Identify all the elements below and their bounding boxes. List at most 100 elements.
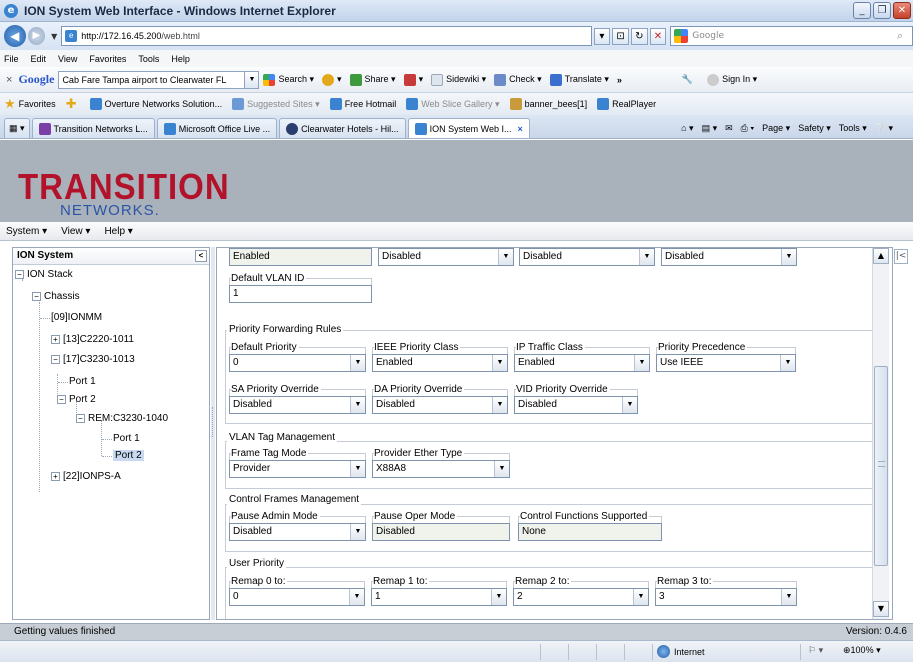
dropdown-arrow-icon[interactable]: ▼: [491, 589, 506, 605]
precedence-select[interactable]: Use IEEE ▼: [656, 354, 796, 372]
toolbar-more[interactable]: »: [617, 75, 622, 85]
collapse-icon[interactable]: −: [57, 394, 66, 404]
feeds-icon[interactable]: ▤ ▾: [702, 123, 718, 134]
print-icon[interactable]: ⎙ ▾: [741, 123, 754, 134]
favorites-button[interactable]: ★ Favorites: [4, 96, 56, 112]
menu-edit[interactable]: Edit: [31, 54, 47, 64]
expand-icon[interactable]: +: [51, 471, 60, 481]
toolbar-sign-in[interactable]: Sign In ▾: [707, 73, 757, 86]
fav-suggested[interactable]: Suggested Sites ▾: [232, 98, 320, 110]
toolbar-share[interactable]: Share ▾: [349, 73, 396, 86]
add-favorite-button[interactable]: ✚: [66, 96, 80, 112]
search-input[interactable]: Google ⌕: [670, 26, 913, 46]
expand-right-panel-icon[interactable]: |<: [894, 249, 908, 264]
app-menu-view[interactable]: View ▾: [61, 226, 90, 237]
protected-mode-icon[interactable]: ⚐ ▾: [808, 645, 823, 656]
dropdown-arrow-icon[interactable]: ▼: [622, 397, 637, 413]
dropdown-arrow-icon[interactable]: ▼: [492, 355, 507, 371]
vid-override-select[interactable]: Disabled ▼: [514, 396, 638, 414]
close-tab-icon[interactable]: ×: [518, 124, 523, 134]
toolbar-check[interactable]: Check ▾: [494, 73, 542, 86]
collapse-icon[interactable]: −: [51, 354, 60, 364]
zoom-control[interactable]: ⊕100% ▾: [843, 645, 881, 656]
menu-favorites[interactable]: Favorites: [89, 54, 126, 64]
dropdown-arrow-icon[interactable]: ▼: [349, 589, 364, 605]
cmd-tools[interactable]: Tools ▾: [839, 123, 867, 134]
dropdown-arrow-icon[interactable]: ▼: [350, 524, 365, 540]
menu-file[interactable]: File: [4, 54, 19, 64]
dropdown-arrow-icon[interactable]: ▼: [781, 249, 796, 265]
collapse-panel-icon[interactable]: <: [195, 250, 207, 262]
scroll-down-icon[interactable]: ▼: [873, 601, 889, 617]
close-button[interactable]: ✕: [893, 2, 911, 19]
scroll-thumb[interactable]: [874, 366, 888, 566]
dropdown-arrow-icon[interactable]: ▼: [494, 461, 509, 477]
top-select-2[interactable]: Disabled ▼: [378, 248, 514, 266]
tree-node-rem-port1[interactable]: Port 1: [113, 432, 140, 446]
refresh-button[interactable]: ↻: [630, 27, 648, 45]
close-toolbar-icon[interactable]: ×: [6, 74, 12, 86]
panel-splitter[interactable]: [211, 247, 215, 620]
toolbar-translate[interactable]: Translate ▾: [549, 73, 609, 86]
tree-node-stack[interactable]: − ION Stack: [15, 268, 73, 282]
collapse-icon[interactable]: −: [76, 413, 85, 423]
expand-icon[interactable]: +: [51, 334, 60, 344]
top-select-4[interactable]: Disabled ▼: [661, 248, 797, 266]
tree-node-port1[interactable]: Port 1: [69, 375, 96, 389]
ether-type-select[interactable]: X88A8 ▼: [372, 460, 510, 478]
cmd-safety[interactable]: Safety ▾: [798, 123, 831, 134]
dropdown-arrow-icon[interactable]: ▼: [633, 589, 648, 605]
pause-admin-select[interactable]: Disabled ▼: [229, 523, 366, 541]
history-dropdown-icon[interactable]: ▼: [51, 32, 57, 41]
dropdown-arrow-icon[interactable]: ▼: [350, 397, 365, 413]
compatibility-view-icon[interactable]: ⊡: [612, 27, 629, 45]
tree-node-c2220[interactable]: + [13]C2220-1011: [51, 333, 134, 347]
app-menu-help[interactable]: Help ▾: [104, 226, 132, 237]
tab-transition[interactable]: Transition Networks L...: [31, 118, 155, 138]
dropdown-arrow-icon[interactable]: ▼: [780, 355, 795, 371]
tree-node-chassis[interactable]: − Chassis: [32, 290, 80, 304]
fav-realplayer[interactable]: RealPlayer: [597, 98, 656, 110]
search-magnifier-icon[interactable]: ⌕: [888, 27, 912, 45]
dropdown-arrow-icon[interactable]: ▼: [350, 355, 365, 371]
collapse-icon[interactable]: −: [32, 291, 41, 301]
toolbar-settings[interactable]: 🔧: [682, 74, 699, 85]
toolbar-search[interactable]: Search ▾: [263, 73, 314, 86]
scroll-up-icon[interactable]: ▲: [873, 248, 889, 264]
default-priority-select[interactable]: 0 ▼: [229, 354, 366, 372]
toolbar-sidewiki-icon-btn[interactable]: ▾: [403, 73, 423, 86]
remap0-select[interactable]: 0 ▼: [229, 588, 365, 606]
maximize-button[interactable]: ❐: [873, 2, 891, 19]
quick-tabs-button[interactable]: ▦ ▾: [4, 118, 30, 138]
toolbar-sidewiki[interactable]: Sidewiki ▾: [431, 73, 486, 86]
ieee-class-select[interactable]: Enabled ▼: [372, 354, 508, 372]
tab-ion-system[interactable]: ION System Web I... ×: [407, 118, 530, 138]
minimize-button[interactable]: _: [853, 2, 871, 19]
help-icon[interactable]: ❔ ▾: [875, 123, 893, 134]
dropdown-arrow-icon[interactable]: ▼: [634, 355, 649, 371]
menu-view[interactable]: View: [58, 54, 77, 64]
cmd-page[interactable]: Page ▾: [762, 123, 790, 134]
remap2-select[interactable]: 2 ▼: [513, 588, 649, 606]
back-button[interactable]: ◀: [4, 25, 26, 47]
frame-mode-select[interactable]: Provider ▼: [229, 460, 366, 478]
dropdown-arrow-icon[interactable]: ▼: [350, 461, 365, 477]
sa-override-select[interactable]: Disabled ▼: [229, 396, 366, 414]
stop-button[interactable]: ✕: [649, 27, 667, 45]
remap1-select[interactable]: 1 ▼: [371, 588, 507, 606]
tree-node-rem[interactable]: − REM:C3230-1040: [76, 412, 168, 426]
toolbar-bookmarks[interactable]: ▾: [321, 73, 342, 86]
menu-tools[interactable]: Tools: [138, 54, 159, 64]
dropdown-arrow-icon[interactable]: ▼: [498, 249, 513, 265]
url-dropdown-button[interactable]: ▾: [593, 27, 611, 45]
form-scrollbar[interactable]: ▲ ▼: [872, 248, 889, 619]
tab-hotels[interactable]: Clearwater Hotels - Hil...: [279, 118, 406, 138]
google-search-dropdown[interactable]: ▼: [245, 70, 260, 89]
url-input[interactable]: e http://172.16.45.200/web.html: [61, 26, 592, 46]
tree-node-ionps[interactable]: + [22]IONPS-A: [51, 470, 121, 484]
collapse-icon[interactable]: −: [15, 269, 24, 279]
fav-hotmail[interactable]: Free Hotmail: [329, 98, 396, 110]
google-search-input[interactable]: Cab Fare Tampa airport to Clearwater FL: [58, 70, 246, 89]
default-vlan-input[interactable]: 1: [229, 285, 372, 303]
tree-node-port2[interactable]: − Port 2: [57, 393, 96, 407]
